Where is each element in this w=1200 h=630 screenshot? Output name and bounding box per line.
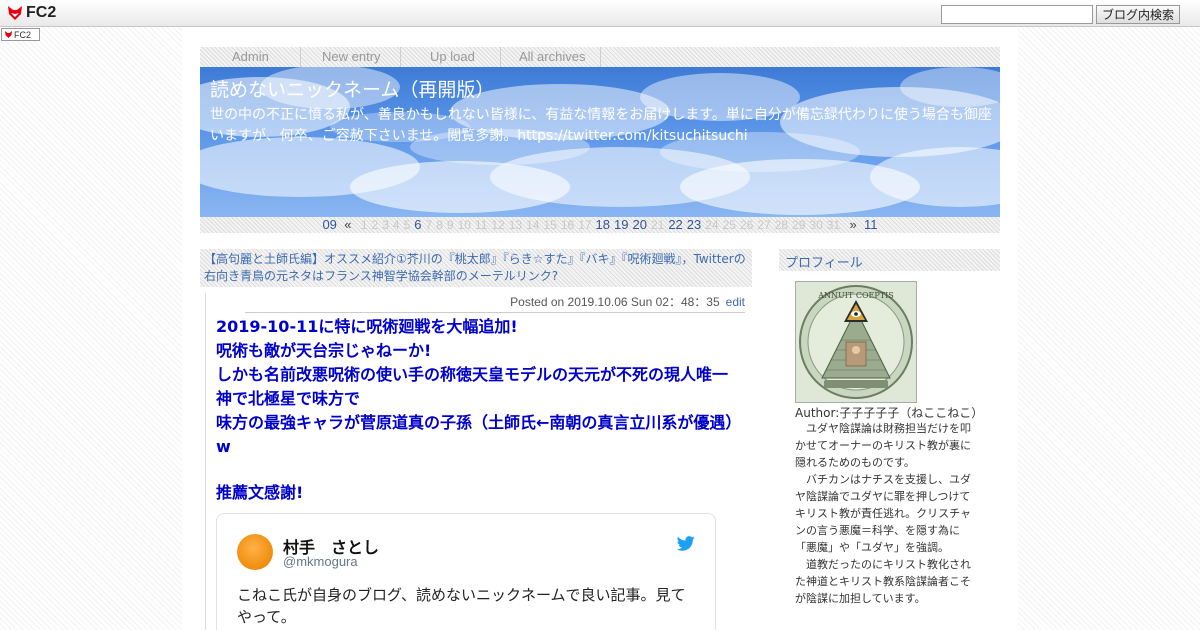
calendar-day: 9 (446, 218, 454, 232)
blog-container: Admin New entry Up load All archives 読めな… (182, 27, 1018, 630)
calendar-day: 3 (382, 218, 389, 232)
calendar-day: 12 (491, 218, 505, 232)
entry-spacer (216, 459, 736, 481)
blog-search-input[interactable] (941, 5, 1093, 24)
calendar-day: 25 (722, 218, 736, 232)
calendar-day: 21 (650, 218, 665, 232)
calendar-next-month-link[interactable]: 11 (864, 217, 878, 232)
nav-divider (600, 47, 601, 67)
fc2-top-bar: FC2 ブログ内検索 (0, 0, 1200, 27)
nav-new-entry-link[interactable]: New entry (322, 49, 381, 64)
entry-text: 2019-10-11に特に呪術廻戦を大幅追加! 呪術も敵が天台宗じゃねーか! し… (216, 315, 736, 505)
calendar-day: 16 (560, 218, 575, 232)
calendar-day: 28 (774, 218, 789, 232)
pyramid-eye-illustration: ANNUIT COEPTIS (799, 285, 913, 399)
calendar-day: 30 (809, 218, 823, 232)
nav-divider (400, 47, 401, 67)
calendar-day: 26 (739, 218, 754, 232)
calendar-prev-month-link[interactable]: 09 (322, 217, 336, 232)
tweet-avatar[interactable] (237, 534, 273, 570)
entry-date-line: Posted on 2019.10.06 Sun 02：48：35 edit (245, 293, 745, 313)
tweet-text: こねこ氏が自身のブログ、読めないニックネームで良い記事。見てやって。 (237, 586, 686, 626)
calendar-day: 13 (508, 218, 523, 232)
calendar-day: 29 (792, 218, 806, 232)
entry-line: 呪術も敵が天台宗じゃねーか! (216, 341, 432, 360)
blog-search-button[interactable]: ブログ内検索 (1096, 5, 1180, 24)
fc2-logo-text: FC2 (26, 4, 57, 21)
entry-posted-date: Posted on 2019.10.06 Sun 02：48：35 (510, 295, 720, 309)
calendar-day: 15 (543, 218, 557, 232)
calendar-day-link[interactable]: 6 (414, 217, 421, 232)
calendar-next-icon: » (849, 217, 857, 232)
blog-header: 読めないニックネーム（再開版） 世の中の不正に憤る私が、善良かもしれない皆様に、… (200, 67, 1000, 217)
calendar-day: 24 (705, 218, 719, 232)
calendar-day: 5 (403, 218, 411, 232)
blog-description: 世の中の不正に憤る私が、善良かもしれない皆様に、有益な情報をお届けします。単に自… (210, 107, 992, 144)
calendar-day: 8 (436, 218, 443, 232)
profile-image[interactable]: ANNUIT COEPTIS (795, 281, 917, 403)
entry-line: しかも名前改悪呪術の使い手の称徳天皇モデルの天元が不死の現人唯一神で北極星で味方… (216, 365, 729, 408)
nav-all-archives-link[interactable]: All archives (519, 49, 585, 64)
calendar-days: 1 2 3 4 5 6 7 8 9 10 11 12 13 14 15 16 17 18 19 20 21 22 23 24 2… (359, 217, 842, 232)
calendar-day: 11 (474, 218, 488, 232)
embedded-tweet[interactable]: 村手 さとし @mkmogura こねこ氏が自身のブログ、読めないニックネームで… (216, 513, 716, 630)
calendar-day: 31 (826, 218, 841, 232)
fc2-fox-small-icon (5, 31, 12, 38)
entry-body: Posted on 2019.10.06 Sun 02：48：35 edit 20… (205, 293, 745, 630)
fc2-logo[interactable]: FC2 (6, 4, 56, 22)
blog-title[interactable]: 読めないニックネーム（再開版） (210, 75, 494, 102)
entry-title[interactable]: 【高句麗と土師氏編】オススメ紹介①芥川の『桃太郎』『らき☆すた』『バキ』『呪術廻… (200, 249, 752, 287)
calendar-day-link[interactable]: 20 (632, 217, 646, 232)
fc2-fox-icon (8, 6, 22, 20)
sidebar-profile-title: プロフィール (779, 249, 1000, 271)
calendar-day: 14 (526, 218, 540, 232)
calendar-prev-icon: « (344, 217, 352, 232)
profile-image-caption: ANNUIT COEPTIS (817, 291, 893, 300)
tweet-author-handle[interactable]: @mkmogura (283, 554, 358, 569)
calendar-day-link[interactable]: 19 (614, 217, 628, 232)
nav-divider (300, 47, 301, 67)
twitter-bird-icon[interactable] (677, 536, 695, 551)
entry-line: 2019-10-11に特に呪術廻戦を大幅追加! (216, 317, 518, 336)
top-nav: Admin New entry Up load All archives (200, 47, 1000, 67)
fc2-mini-badge-text: FC2 (14, 29, 32, 40)
fc2-mini-badge[interactable]: FC2 (1, 28, 40, 41)
nav-admin-link[interactable]: Admin (232, 49, 269, 64)
calendar-day: 4 (392, 218, 400, 232)
profile-paragraph: バチカンはナチスを支援し、ユダヤ陰謀論でユダヤに罪を押しつけてキリスト教が責任逃… (795, 473, 971, 554)
calendar-day-link[interactable]: 18 (596, 217, 610, 232)
calendar-day: 2 (371, 218, 379, 232)
profile-paragraph: ユダヤ陰謀論は財務担当だけを叩かせてオーナーのキリスト教が裏に隠れるためのもので… (795, 422, 971, 469)
calendar-day-link[interactable]: 23 (687, 217, 701, 232)
calendar-day: 27 (757, 218, 771, 232)
calendar-day: 17 (578, 218, 592, 232)
calendar-day: 7 (425, 218, 433, 232)
nav-upload-link[interactable]: Up load (430, 49, 475, 64)
calendar-day-link[interactable]: 22 (668, 217, 682, 232)
calendar-bar: 09 « 1 2 3 4 5 6 7 8 9 10 11 12 13 14 15 16 17 18 19 20 21 22… (200, 217, 1000, 233)
entry-recommend: 推薦文感謝! (216, 483, 304, 502)
profile-text: ユダヤ陰謀論は財務担当だけを叩かせてオーナーのキリスト教が裏に隠れるためのもので… (795, 420, 979, 607)
entry-line: 味方の最強キャラが菅原道真の子孫（土師氏←南朝の真言立川系が優遇）w (216, 413, 734, 456)
nav-divider (500, 47, 501, 67)
profile-paragraph: 道教だったのにキリスト教化された神道とキリスト教系陰謀論者こそが陰謀に加担してい… (795, 558, 971, 605)
entry-edit-link[interactable]: edit (726, 295, 745, 309)
calendar-day: 10 (457, 218, 471, 232)
profile-author: Author:子子子子子（ねここねこ） (795, 406, 984, 420)
calendar-day: 1 (360, 218, 368, 232)
